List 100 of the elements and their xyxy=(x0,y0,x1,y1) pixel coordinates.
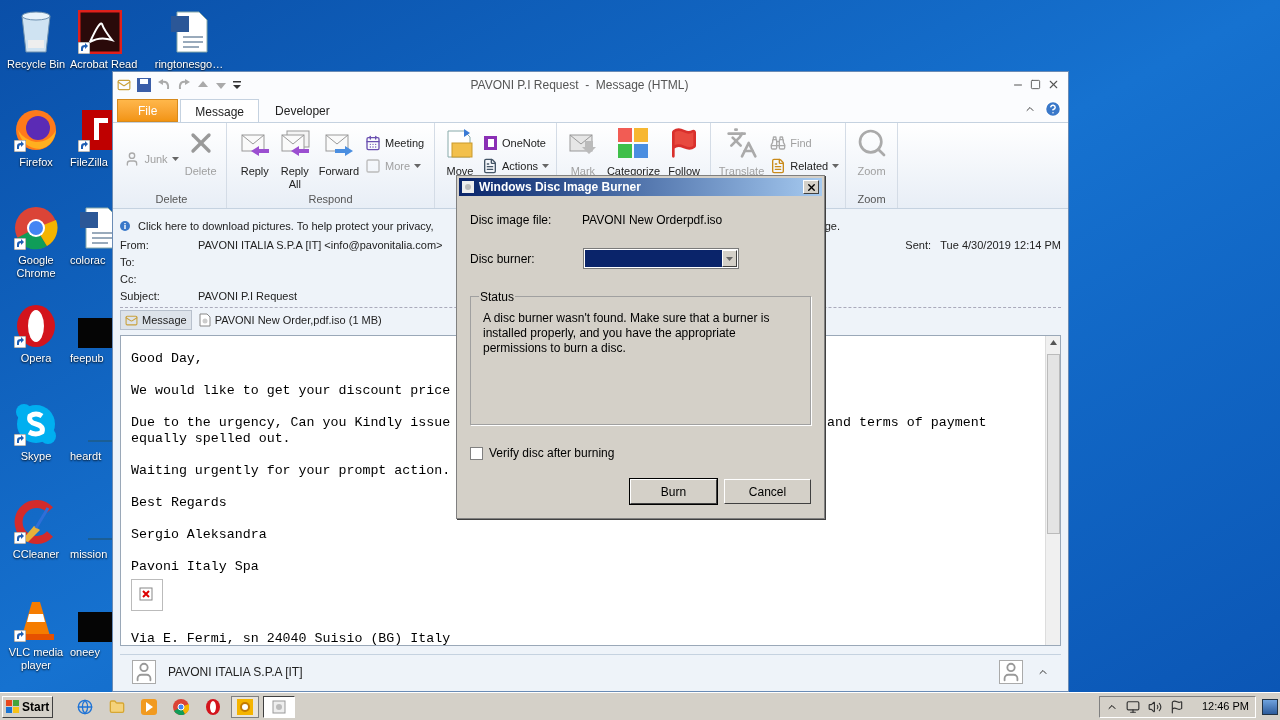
caret-icon xyxy=(171,157,179,162)
cloud-icon xyxy=(14,402,58,446)
globe-icon xyxy=(77,698,94,715)
contact-name[interactable]: PAVONI ITALIA S.P.A [IT] xyxy=(168,662,303,681)
redo-icon[interactable] xyxy=(177,77,191,92)
ribbon-button[interactable]: Follow xyxy=(666,127,703,178)
ribbon-button[interactable]: Reply xyxy=(236,127,273,178)
header-label: From: xyxy=(120,238,150,254)
desktop-icon-label[interactable]: Opera xyxy=(20,352,52,365)
shortcut-arrow-icon xyxy=(14,532,26,544)
attachment-tab[interactable]: PAVONI New Order,pdf.iso (1 MB) xyxy=(193,310,387,330)
body-text: Via E. Fermi, sn 24040 Suisio (BG) Italy xyxy=(131,631,451,647)
envelopes-arrow-icon xyxy=(278,127,311,159)
attachment-tab[interactable]: Message xyxy=(120,310,192,330)
close-button[interactable] xyxy=(803,180,819,194)
languages-icon xyxy=(725,127,758,159)
ribbon-tab[interactable]: Developer xyxy=(261,99,344,122)
document-icon xyxy=(169,10,209,54)
field-value: PAVONI New Orderpdf.iso xyxy=(582,212,723,229)
desktop-icon-label[interactable]: ringtonesgo… xyxy=(154,58,224,71)
dialog-button[interactable]: Cancel xyxy=(724,479,811,504)
ribbon-button[interactable]: Move xyxy=(441,127,478,178)
scrollbar[interactable] xyxy=(1045,336,1060,645)
documents-icon xyxy=(770,157,787,174)
show-desktop-button[interactable] xyxy=(1262,698,1278,715)
info-icon xyxy=(120,221,130,231)
customize-caret-icon[interactable] xyxy=(233,79,241,90)
taskbar-app[interactable] xyxy=(263,695,296,718)
ribbon-small-button[interactable]: OneNote xyxy=(481,135,550,152)
desktop-icon-label[interactable]: heardt xyxy=(70,450,102,463)
start-button[interactable]: Start xyxy=(2,695,54,718)
info-text: Click here to download pictures. To help protect your privacy, xyxy=(138,218,434,234)
desktop-icon-label[interactable]: Google Chrome xyxy=(6,254,66,280)
header-label: Sent: xyxy=(905,238,932,254)
close-icon[interactable] xyxy=(1047,78,1060,91)
desktop-icon-label[interactable]: FileZilla xyxy=(70,156,108,169)
desktop-icon-label[interactable]: Skype xyxy=(20,450,52,463)
field-label: Disc burner: xyxy=(470,250,536,268)
chrome-circle-icon xyxy=(14,206,58,250)
burner-dropdown[interactable] xyxy=(583,248,739,269)
volume-icon[interactable] xyxy=(1147,699,1162,714)
header-label: Subject: xyxy=(120,289,161,305)
body-text: We would like to get your discount price xyxy=(131,383,451,399)
body-text: equally spelled out. xyxy=(131,431,291,447)
ribbon-button[interactable]: Reply All xyxy=(276,127,313,191)
ribbon-button[interactable]: Categorize xyxy=(604,127,663,178)
dialog-button[interactable]: Burn xyxy=(630,479,717,504)
desktop-icon-label[interactable]: Firefox xyxy=(19,156,53,169)
group-label: Zoom xyxy=(857,191,886,207)
desktop-icon-label[interactable]: CCleaner xyxy=(12,548,60,561)
blank-window-icon xyxy=(271,698,288,715)
file-icon xyxy=(198,313,211,327)
body-text: Sergio Aleksandra xyxy=(131,527,267,543)
ring-icon xyxy=(14,304,58,348)
clock[interactable]: 12:46 PM xyxy=(1201,698,1249,715)
ribbon-button[interactable]: Forward xyxy=(316,127,362,178)
header-label: To: xyxy=(120,255,136,271)
desktop-icon-label[interactable]: VLC media player xyxy=(6,646,66,672)
header-value: PAVONI ITALIA S.P.A [IT] <info@pavonitalia.com> xyxy=(198,238,443,254)
disc-icon xyxy=(462,181,474,193)
ribbon-small-button[interactable]: Related xyxy=(770,157,840,174)
pdf-reader-icon xyxy=(78,10,122,54)
desktop-icon-label[interactable]: oneey xyxy=(70,646,100,659)
network-icon[interactable] xyxy=(1125,699,1140,714)
caret-icon xyxy=(414,163,422,168)
notebook-icon xyxy=(481,135,498,152)
body-text: Pavoni Italy Spa xyxy=(131,559,259,575)
shortcut-arrow-icon xyxy=(14,434,26,446)
ribbon-small-button[interactable]: Actions xyxy=(481,157,550,174)
desktop-icon-label[interactable]: Recycle Bin xyxy=(6,58,66,71)
desktop-icon-label[interactable]: feepub xyxy=(70,352,104,365)
shortcut-arrow-icon xyxy=(14,238,26,250)
help-icon[interactable] xyxy=(1044,100,1062,118)
header-value: Tue 4/30/2019 12:14 PM xyxy=(940,238,1061,254)
folder-icon xyxy=(109,698,126,715)
envelope-icon[interactable] xyxy=(117,77,131,92)
caret-icon xyxy=(542,163,550,168)
desktop-icon-label[interactable]: Acrobat Read xyxy=(70,58,138,71)
shortcut-arrow-icon xyxy=(14,140,26,152)
desktop-icon-label[interactable]: colorac xyxy=(70,254,106,267)
body-text: and terms of payment xyxy=(827,415,987,431)
checkbox-label[interactable]: Verify disc after burning xyxy=(489,444,615,462)
shortcut-arrow-icon xyxy=(78,140,90,152)
verify-checkbox[interactable] xyxy=(470,446,483,460)
binoculars-icon xyxy=(770,135,787,152)
shortcut-arrow-icon xyxy=(78,42,90,54)
body-text: Best Regards xyxy=(131,495,227,511)
grid-icon xyxy=(365,157,382,174)
play-icon xyxy=(141,698,158,715)
undo-icon[interactable] xyxy=(157,77,171,92)
body-text: Good Day, xyxy=(131,351,203,367)
header-label: Cc: xyxy=(120,272,138,288)
desktop-icon-label[interactable]: mission xyxy=(70,548,108,561)
maximize-icon[interactable] xyxy=(1030,79,1041,90)
flag-icon[interactable] xyxy=(1169,699,1184,714)
ribbon-small-button[interactable]: Meeting xyxy=(365,135,425,152)
fox-globe-icon xyxy=(14,108,58,152)
avatar-icon xyxy=(132,659,156,684)
ribbon-tab[interactable]: Message xyxy=(180,99,260,123)
dialog-title: Windows Disc Image Burner xyxy=(479,179,641,196)
